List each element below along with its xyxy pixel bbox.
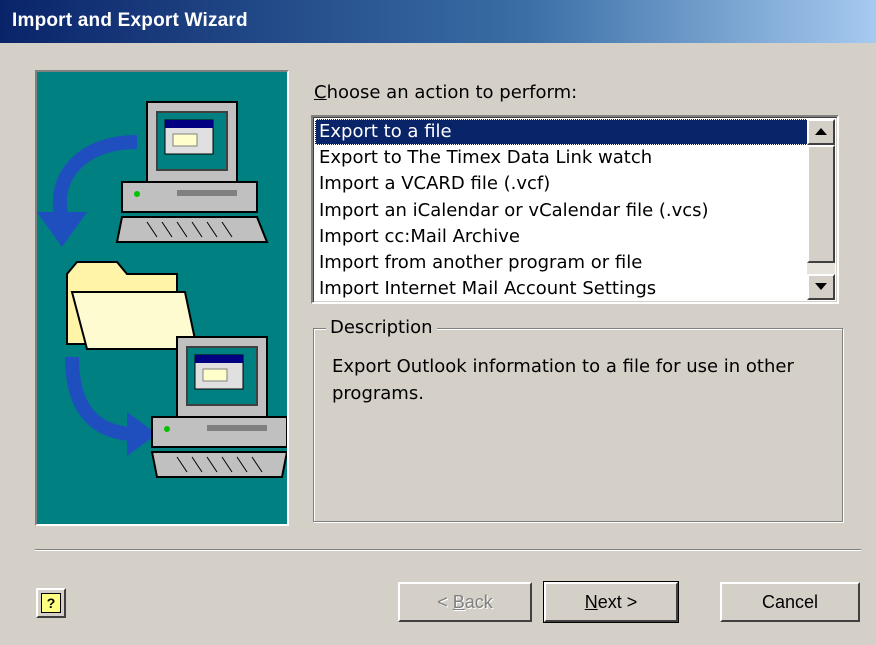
wizard-window: Import and Export Wizard Choose an actio…	[0, 0, 876, 645]
list-item-import-vcard[interactable]: Import a VCARD file (.vcf)	[315, 171, 811, 197]
back-button[interactable]: < Back	[398, 582, 532, 622]
scroll-thumb[interactable]	[807, 145, 835, 263]
action-listbox[interactable]: Export to a file Export to The Timex Dat…	[311, 115, 839, 304]
description-legend: Description	[326, 317, 437, 338]
list-scrollbar[interactable]	[807, 119, 835, 300]
list-item-import-icalendar[interactable]: Import an iCalendar or vCalendar file (.…	[315, 198, 811, 224]
help-icon: ?	[41, 593, 61, 613]
prompt-text: hoose an action to perform:	[326, 82, 578, 103]
description-group: Description Export Outlook information t…	[313, 317, 843, 522]
scroll-up-button[interactable]	[807, 119, 835, 145]
window-title: Import and Export Wizard	[12, 10, 248, 31]
prompt-mnemonic: C	[314, 82, 327, 103]
next-button[interactable]: Next >	[543, 581, 679, 623]
wizard-illustration	[35, 70, 289, 526]
action-list: Export to a file Export to The Timex Dat…	[315, 119, 811, 302]
list-item-import-ccmail[interactable]: Import cc:Mail Archive	[315, 224, 811, 250]
folder-icon	[66, 261, 199, 350]
list-item-import-mail-settings[interactable]: Import Internet Mail Account Settings	[315, 276, 811, 302]
cancel-button[interactable]: Cancel	[720, 582, 860, 622]
list-item-import-other-program[interactable]: Import from another program or file	[315, 250, 811, 276]
action-prompt-label: Choose an action to perform:	[314, 82, 577, 103]
arrow-up-icon	[815, 128, 827, 135]
arrow-icon	[65, 356, 157, 456]
next-label-rest: ext >	[597, 591, 638, 612]
help-button[interactable]: ?	[36, 588, 66, 618]
back-label-rest: ack	[464, 591, 493, 612]
cancel-label: Cancel	[761, 591, 819, 612]
list-item-export-timex[interactable]: Export to The Timex Data Link watch	[315, 145, 811, 171]
back-prefix: <	[437, 591, 453, 612]
button-separator	[35, 549, 861, 551]
scroll-down-button[interactable]	[807, 274, 835, 300]
computer-icon	[115, 101, 269, 243]
import-export-illustration	[37, 101, 287, 478]
back-mnemonic: B	[452, 591, 465, 612]
list-item-export-to-file[interactable]: Export to a file	[315, 119, 811, 146]
description-text: Export Outlook information to a file for…	[332, 356, 794, 404]
arrow-down-icon	[815, 283, 827, 290]
title-bar[interactable]: Import and Export Wizard	[0, 0, 876, 43]
next-mnemonic: N	[584, 591, 598, 612]
computer-icon	[150, 336, 287, 478]
